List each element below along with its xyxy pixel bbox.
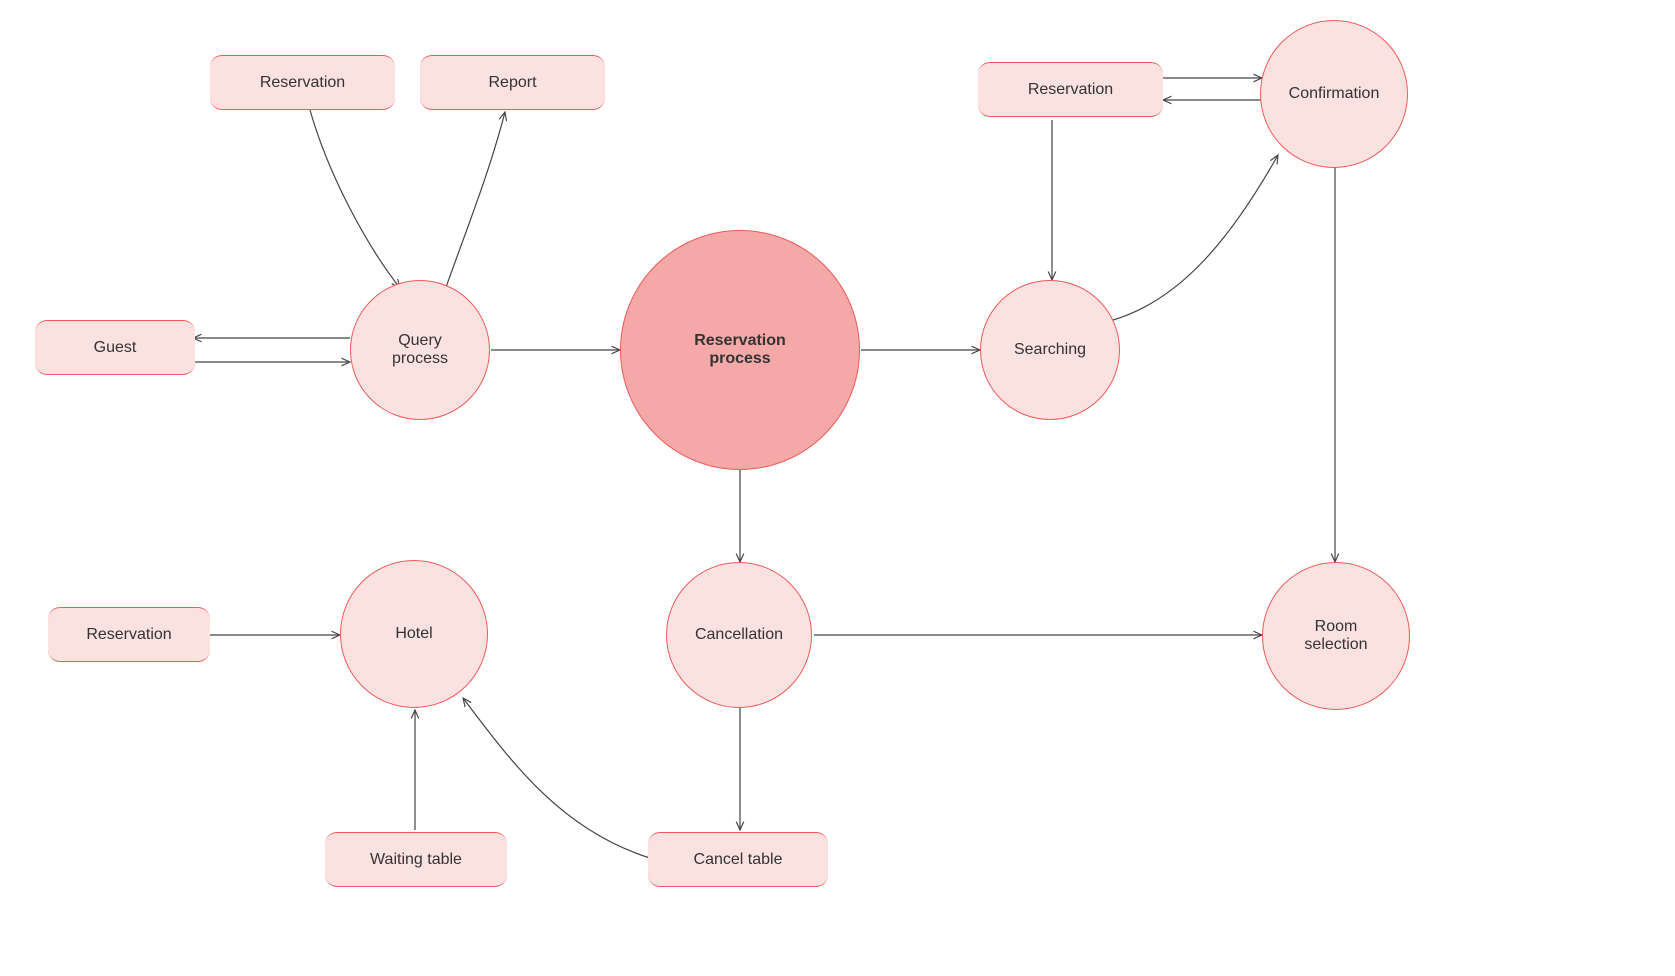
datastore-waiting-table: Waiting table — [325, 832, 507, 887]
label: Cancel table — [694, 851, 783, 869]
label: Room selection — [1304, 618, 1367, 654]
edges-layer — [0, 0, 1675, 976]
datastore-report: Report — [420, 55, 605, 110]
label: Confirmation — [1289, 85, 1380, 103]
label: Query process — [392, 332, 448, 368]
label: Guest — [94, 339, 137, 357]
label: Searching — [1014, 341, 1086, 359]
label: Report — [488, 74, 536, 92]
label: Reservation — [86, 626, 171, 644]
datastore-guest: Guest — [35, 320, 195, 375]
label: Reservation — [1028, 81, 1113, 99]
process-room-selection: Room selection — [1262, 562, 1410, 710]
process-query: Query process — [350, 280, 490, 420]
label: Waiting table — [370, 851, 462, 869]
process-searching: Searching — [980, 280, 1120, 420]
datastore-cancel-table: Cancel table — [648, 832, 828, 887]
label: Cancellation — [695, 626, 783, 644]
process-reservation: Reservation process — [620, 230, 860, 470]
datastore-reservation-top-right: Reservation — [978, 62, 1163, 117]
datastore-reservation-top-left: Reservation — [210, 55, 395, 110]
label: Reservation process — [694, 332, 786, 368]
process-cancellation: Cancellation — [666, 562, 812, 708]
process-hotel: Hotel — [340, 560, 488, 708]
datastore-reservation-bottom-left: Reservation — [48, 607, 210, 662]
process-confirmation: Confirmation — [1260, 20, 1408, 168]
label: Reservation — [260, 74, 345, 92]
label: Hotel — [395, 625, 432, 643]
